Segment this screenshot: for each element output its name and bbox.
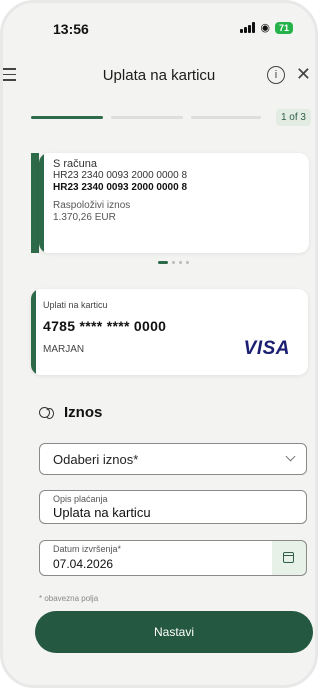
step-progress xyxy=(31,115,261,119)
coins-icon xyxy=(39,407,54,419)
phone-screen: 13:56 ◉ 71 Uplata na karticu i ✕ 1 of 3 … xyxy=(0,0,318,688)
carousel-dot[interactable] xyxy=(179,261,182,264)
card-accent xyxy=(39,153,44,253)
step-badge: 1 of 3 xyxy=(275,109,311,126)
required-note: * obavezna polja xyxy=(39,594,99,603)
carousel-dot[interactable] xyxy=(186,261,189,264)
status-bar: 13:56 ◉ 71 xyxy=(3,17,315,37)
carousel-dots[interactable] xyxy=(158,261,189,264)
battery-indicator: 71 xyxy=(274,21,293,34)
continue-button[interactable]: Nastavi xyxy=(35,611,313,653)
payment-description-field[interactable]: Opis plaćanja Uplata na karticu xyxy=(39,490,307,524)
card-holder: MARJAN xyxy=(43,344,85,355)
available-value: 1.370,26 EUR xyxy=(53,212,116,223)
card-accent xyxy=(31,289,36,375)
progress-step-2 xyxy=(111,116,183,119)
date-label: Datum izvršenja* xyxy=(53,544,122,554)
description-value: Uplata na karticu xyxy=(53,505,151,520)
wifi-icon: ◉ xyxy=(260,22,270,34)
amount-section-title: Iznos xyxy=(39,404,102,421)
status-time: 13:56 xyxy=(53,21,89,37)
close-icon[interactable]: ✕ xyxy=(296,64,311,84)
visa-logo: VISA xyxy=(243,338,290,359)
account-iban-bold: HR23 2340 0093 2000 0000 8 xyxy=(53,182,188,193)
account-iban: HR23 2340 0093 2000 0000 8 xyxy=(53,170,188,181)
status-icons: ◉ 71 xyxy=(240,21,293,34)
progress-step-1 xyxy=(31,116,103,119)
carousel-dot[interactable] xyxy=(172,261,175,264)
card-label: Uplati na karticu xyxy=(43,300,108,310)
info-icon[interactable]: i xyxy=(267,66,285,84)
amount-title: Iznos xyxy=(64,404,103,421)
amount-select-value: Odaberi iznos* xyxy=(53,452,139,467)
source-account-card[interactable]: S računa HR23 2340 0093 2000 0000 8 HR23… xyxy=(39,153,309,253)
progress-step-3 xyxy=(191,116,261,119)
carousel-dot[interactable] xyxy=(158,261,168,264)
signal-icon xyxy=(240,22,256,33)
date-value: 07.04.2026 xyxy=(53,557,114,571)
account-label: S računa xyxy=(53,158,98,170)
amount-select[interactable]: Odaberi iznos* xyxy=(39,443,307,475)
previous-card-peek[interactable] xyxy=(31,153,39,253)
card-number: 4785 **** **** 0000 xyxy=(43,318,167,334)
available-label: Raspoloživi iznos xyxy=(53,200,131,211)
description-label: Opis plaćanja xyxy=(53,494,108,504)
destination-card[interactable]: Uplati na karticu 4785 **** **** 0000 MA… xyxy=(31,289,308,375)
calendar-icon xyxy=(283,552,294,563)
execution-date-field[interactable]: Datum izvršenja* 07.04.2026 xyxy=(39,540,273,576)
app-header: Uplata na karticu i ✕ xyxy=(3,64,315,89)
calendar-button[interactable] xyxy=(272,540,307,576)
chevron-down-icon xyxy=(285,451,296,462)
